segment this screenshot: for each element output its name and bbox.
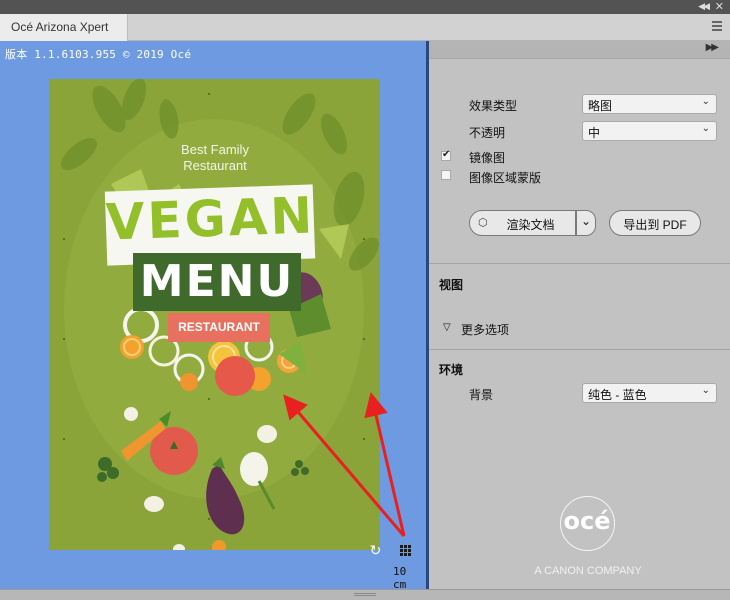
opacity-label: 不透明 — [469, 126, 506, 140]
image-mask-checkbox[interactable] — [441, 170, 451, 180]
background-label: 背景 — [469, 388, 494, 402]
scale-indicator: 10 cm — [393, 565, 407, 589]
poster-subtitle-line2: Restaurant — [183, 158, 247, 173]
print-preview-area[interactable]: 版本 1.1.6103.955 © 2019 Océ Best Family R… — [0, 41, 426, 589]
opacity-select[interactable]: 中 ⌄ — [582, 121, 717, 141]
image-mask-label: 图像区域蒙版 — [469, 171, 542, 185]
background-select[interactable]: 纯色 - 蓝色 ⌄ — [582, 383, 717, 403]
section-divider — [429, 263, 730, 264]
panel-top-strip: ◀◀ ✕ — [0, 0, 730, 14]
poster-preview: Best Family Restaurant VEGAN MENU RESTAU… — [49, 79, 380, 550]
effect-type-label: 效果类型 — [469, 99, 518, 113]
poster-menu-banner: MENU — [133, 253, 301, 311]
settings-panel: ▶▶ 效果类型 略图 ⌄ 不透明 中 ⌄ 镜像图 图像区域蒙版 ⬡ 渲染文档 ⌄… — [429, 41, 730, 589]
close-panel-icon[interactable]: ✕ — [715, 0, 724, 13]
view-section-title: 视图 — [439, 278, 464, 292]
rotate-icon[interactable]: ↻ — [369, 544, 382, 558]
export-pdf-button[interactable]: 导出到 PDF — [609, 210, 701, 236]
opacity-value: 中 — [588, 126, 601, 140]
render-document-button[interactable]: ⬡ 渲染文档 — [469, 210, 576, 236]
panel-resize-bar[interactable] — [0, 589, 730, 600]
more-options-toggle[interactable]: 更多选项 — [461, 321, 509, 338]
effect-type-value: 略图 — [588, 99, 613, 113]
expand-triangle-icon[interactable]: ▽ — [443, 322, 451, 333]
render-options-dropdown[interactable]: ⌄ — [576, 210, 596, 236]
version-info: 版本 1.1.6103.955 © 2019 Océ — [5, 48, 192, 61]
expand-icon[interactable]: ▶▶ — [706, 42, 719, 53]
section-divider — [429, 349, 730, 350]
render-document-label: 渲染文档 — [506, 218, 555, 232]
chevron-down-icon: ⌄ — [701, 96, 710, 107]
resize-grip-icon[interactable] — [354, 593, 376, 596]
canon-tagline: A CANON COMPANY — [534, 565, 642, 577]
cube-icon: ⬡ — [478, 216, 488, 229]
poster-restaurant-tag: RESTAURANT — [168, 313, 270, 342]
mirror-checkbox[interactable] — [441, 149, 451, 161]
chevron-down-icon: ⌄ — [701, 385, 710, 396]
panel-menu-icon[interactable] — [712, 21, 722, 33]
poster-restaurant-text: RESTAURANT — [178, 320, 260, 334]
tab-oce-arizona-xpert[interactable]: Océ Arizona Xpert — [0, 14, 128, 41]
chevron-down-icon: ⌄ — [701, 123, 710, 134]
oce-logo: océ — [560, 496, 615, 551]
mirror-label: 镜像图 — [469, 151, 506, 165]
effect-type-select[interactable]: 略图 ⌄ — [582, 94, 717, 114]
poster-vegan-title: VEGAN — [104, 186, 317, 252]
chevron-down-icon: ⌄ — [580, 214, 592, 228]
settings-panel-header: ▶▶ — [429, 41, 730, 59]
environment-section-title: 环境 — [439, 363, 464, 377]
collapse-panels-icon[interactable]: ◀◀ — [698, 1, 710, 12]
oce-logo-text: océ — [563, 507, 611, 535]
poster-menu-title: MENU — [139, 256, 295, 307]
poster-subtitle-line1: Best Family — [181, 142, 249, 157]
panel-tab-bar: Océ Arizona Xpert — [0, 14, 730, 41]
grid-toggle-icon[interactable] — [400, 545, 411, 556]
background-value: 纯色 - 蓝色 — [588, 388, 647, 402]
poster-subtitle: Best Family Restaurant — [157, 142, 273, 174]
